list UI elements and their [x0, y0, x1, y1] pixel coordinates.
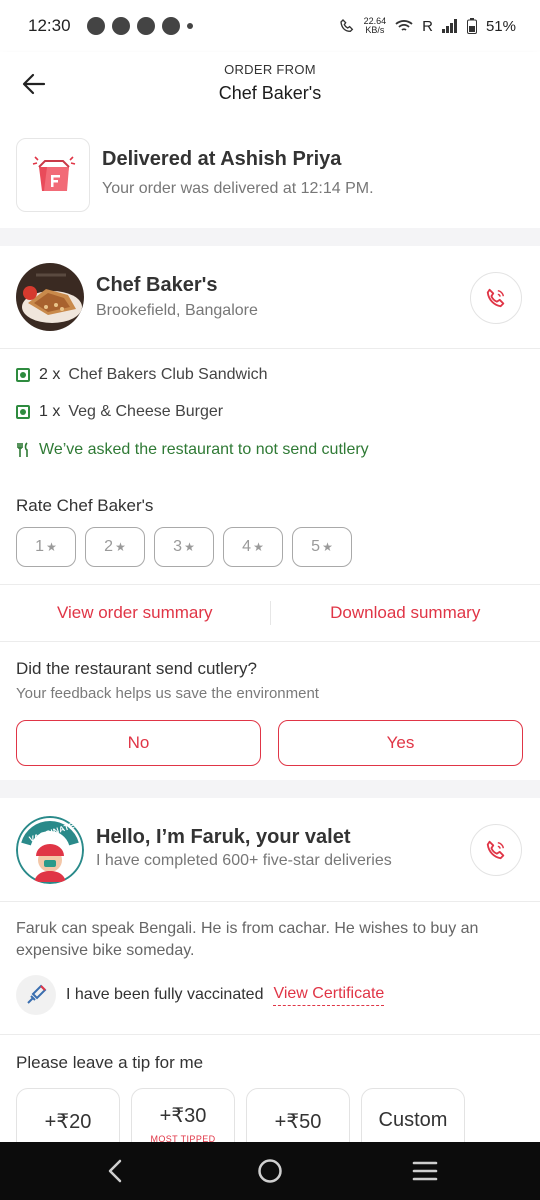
order-item: 2 x Chef Bakers Club Sandwich	[16, 366, 268, 384]
valet-subtitle: I have completed 600+ five-star deliveri…	[96, 852, 392, 869]
status-time: 12:30	[28, 16, 71, 35]
whatsapp-notification-icon	[111, 17, 130, 35]
rate-3-button[interactable]: 3 ★	[154, 527, 214, 567]
divider	[0, 348, 540, 349]
rate-1-button[interactable]: 1 ★	[16, 527, 76, 567]
star-icon: ★	[115, 540, 126, 554]
battery-icon	[466, 18, 477, 34]
divider	[0, 901, 540, 902]
header-title: Chef Baker's	[218, 83, 322, 103]
carrier-label: R	[422, 17, 433, 35]
network-speed: 22.64 KB/s	[364, 17, 387, 35]
rate-value: 3	[173, 538, 183, 555]
divider	[0, 641, 540, 642]
menu-lines-icon	[412, 1161, 438, 1181]
app-header: ORDER FROM Chef Baker's	[0, 52, 540, 122]
view-certificate-link[interactable]: View Certificate	[273, 985, 385, 1006]
veg-icon	[16, 405, 30, 419]
rate-value: 1	[35, 538, 45, 555]
divider	[0, 1034, 540, 1035]
order-details-card: Chef Baker's Brookefield, Bangalore 2 x …	[0, 246, 540, 780]
star-icon: ★	[322, 540, 333, 554]
rate-value: 4	[242, 538, 252, 555]
rate-value: 2	[104, 538, 114, 555]
delivery-status-image	[16, 138, 90, 212]
valet-description: Faruk can speak Bengali. He is from cach…	[16, 920, 479, 959]
download-summary-link[interactable]: Download summary	[271, 603, 540, 623]
cutlery-note: We’ve asked the restaurant to not send c…	[16, 441, 369, 459]
restaurant-location: Brookefield, Bangalore	[96, 302, 258, 319]
call-restaurant-button[interactable]	[470, 272, 522, 324]
phone-icon	[486, 288, 505, 308]
status-bar: 12:30 22.64 KB/s R 51%	[0, 0, 540, 52]
wifi-icon	[395, 20, 413, 31]
signal-icon	[441, 19, 457, 33]
delivery-status-title: Delivered at Ashish Priya	[102, 148, 342, 170]
rate-2-button[interactable]: 2 ★	[85, 527, 145, 567]
cutlery-question-title: Did the restaurant send cutlery?	[16, 659, 257, 678]
star-icon: ★	[184, 540, 195, 554]
delivery-status-card: Delivered at Ashish Priya Your order was…	[0, 122, 540, 228]
order-item-qty: 1 x	[39, 403, 61, 420]
vaccinated-text: I have been fully vaccinated	[66, 986, 264, 1003]
message-notification-icon	[86, 17, 105, 35]
delivery-status-subtitle: Your order was delivered at 12:14 PM.	[102, 180, 374, 197]
rate-5-button[interactable]: 5 ★	[292, 527, 352, 567]
nav-home-button[interactable]	[255, 1156, 285, 1186]
cutlery-icon	[17, 442, 28, 457]
cutlery-note-text: We’ve asked the restaurant to not send c…	[39, 441, 369, 458]
header-subtitle: ORDER FROM	[224, 62, 316, 77]
chevron-left-icon	[108, 1159, 122, 1183]
tip-label: Please leave a tip for me	[16, 1053, 204, 1072]
restaurant-avatar	[16, 263, 84, 331]
network-speed-unit: KB/s	[365, 25, 385, 35]
order-item: 1 x Veg & Cheese Burger	[16, 403, 223, 421]
phone-icon	[486, 840, 505, 860]
order-item-name: Chef Bakers Club Sandwich	[68, 366, 268, 383]
delivered-bag-icon	[32, 156, 76, 191]
veg-icon	[16, 368, 30, 382]
nav-recents-button[interactable]	[410, 1156, 440, 1186]
cutlery-question-subtitle: Your feedback helps us save the environm…	[16, 685, 319, 702]
order-item-qty: 2 x	[39, 366, 61, 383]
valet-title: Hello, I’m Faruk, your valet	[96, 826, 351, 848]
call-valet-button[interactable]	[470, 824, 522, 876]
view-order-summary-link[interactable]: View order summary	[0, 603, 270, 623]
order-item-name: Veg & Cheese Burger	[68, 403, 224, 420]
star-icon: ★	[253, 540, 264, 554]
system-navigation-bar	[0, 1142, 540, 1200]
nav-back-button[interactable]	[100, 1156, 130, 1186]
summary-links: View order summary Download summary	[0, 585, 540, 641]
rate-4-button[interactable]: 4 ★	[223, 527, 283, 567]
cutlery-yes-button[interactable]: Yes	[278, 720, 523, 766]
star-icon: ★	[46, 540, 57, 554]
rate-label: Rate Chef Baker's	[16, 496, 154, 515]
battery-level: 51%	[485, 17, 516, 35]
call-status-icon	[339, 19, 353, 33]
facebook-notification-icon-2	[161, 17, 180, 35]
cutlery-no-button[interactable]: No	[16, 720, 261, 766]
tip-amount: +₹30	[159, 1105, 207, 1127]
vaccination-row: I have been fully vaccinated View Certif…	[16, 975, 385, 1015]
rating-options: 1 ★ 2 ★ 3 ★ 4 ★ 5 ★	[16, 527, 352, 567]
home-circle-icon	[258, 1159, 282, 1183]
syringe-icon	[16, 975, 56, 1015]
rate-value: 5	[311, 538, 321, 555]
more-notifications-icon	[186, 23, 193, 29]
facebook-notification-icon	[136, 17, 155, 35]
restaurant-name: Chef Baker's	[96, 274, 218, 296]
restaurant-food-image	[16, 263, 84, 331]
valet-avatar: VACCINATED	[16, 816, 84, 884]
valet-card: VACCINATED Hello, I’m Faruk, your valet …	[0, 798, 540, 1158]
